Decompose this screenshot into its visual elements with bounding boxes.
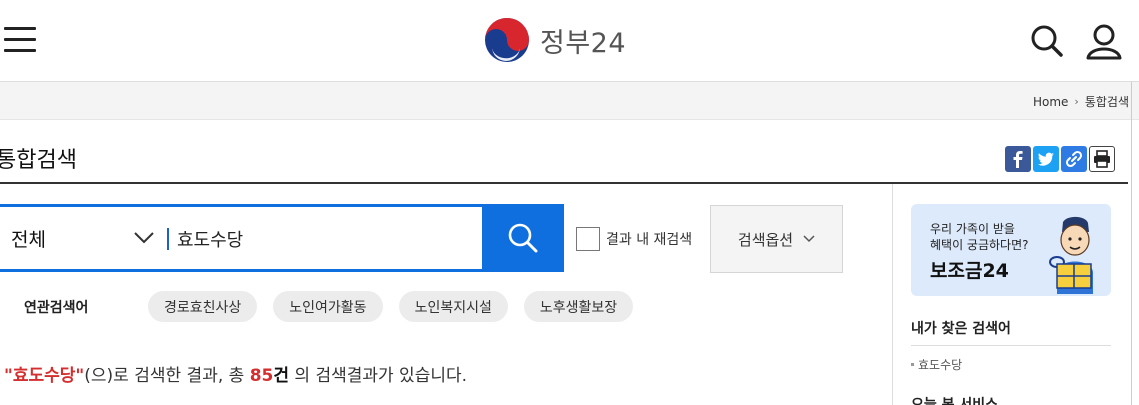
recent-search-label: 효도수당 xyxy=(918,358,963,372)
result-text-before: (으)로 검색한 결과, 총 xyxy=(84,366,250,386)
result-count-unit: 건 xyxy=(273,366,289,386)
banner-line1: 우리 가족이 받을 xyxy=(930,222,1015,236)
breadcrumb-home[interactable]: Home xyxy=(1033,95,1068,109)
input-caret xyxy=(167,228,169,250)
page-title: 통합검색 xyxy=(0,148,77,173)
twitter-icon[interactable] xyxy=(1033,146,1059,172)
banner-title: 보조금24 xyxy=(930,260,1009,282)
result-summary: "효도수당"(으)로 검색한 결과, 총 85건 의 검색결과가 있습니다. xyxy=(4,361,467,386)
recent-services-title: 오늘 본 서비스 xyxy=(911,397,999,405)
banner-line2: 혜택이 궁금하다면? xyxy=(930,238,1029,252)
link-icon[interactable] xyxy=(1061,146,1087,172)
recent-searches-title: 내가 찾은 검색어 xyxy=(911,321,1011,337)
category-select-value: 전체 xyxy=(11,228,46,251)
category-select[interactable]: 전체 xyxy=(5,207,165,269)
breadcrumb-bar: Home › 통합검색 xyxy=(0,82,1139,120)
related-keyword-chip[interactable]: 노인복지시설 xyxy=(398,291,508,322)
re-search-label: 결과 내 재검색 xyxy=(606,232,693,248)
result-count: 85 xyxy=(249,366,274,386)
facebook-icon[interactable] xyxy=(1005,146,1031,172)
share-buttons xyxy=(1005,146,1115,172)
re-search-option[interactable]: 결과 내 재검색 xyxy=(576,227,692,251)
breadcrumb-current[interactable]: 통합검색 xyxy=(1085,93,1129,110)
search-options-button[interactable]: 검색옵션 xyxy=(710,205,843,273)
search-input[interactable] xyxy=(177,219,467,259)
result-keyword: 효도수당 xyxy=(12,366,76,386)
related-keyword-chip[interactable]: 노인여가활동 xyxy=(273,291,383,322)
quote-close: " xyxy=(75,366,85,386)
chevron-down-icon xyxy=(134,232,154,244)
character-illustration-icon xyxy=(1049,216,1093,294)
search-form: 전체 xyxy=(0,204,564,272)
quote-open: " xyxy=(4,366,13,386)
search-icon[interactable] xyxy=(1028,22,1066,60)
search-icon xyxy=(508,223,538,253)
search-options-label: 검색옵션 xyxy=(737,230,794,249)
breadcrumb: Home › 통합검색 xyxy=(1033,93,1129,110)
logo[interactable]: 정부24 xyxy=(484,17,626,63)
title-divider xyxy=(0,182,1128,184)
subsidy24-banner[interactable]: 우리 가족이 받을 혜택이 궁금하다면? 보조금24 xyxy=(911,204,1111,296)
print-icon[interactable] xyxy=(1089,146,1115,172)
related-keywords: 경로효친사상 노인여가활동 노인복지시설 노후생활보장 xyxy=(148,291,634,322)
recent-divider xyxy=(911,345,1111,346)
logo-text: 정부24 xyxy=(540,27,627,59)
related-keyword-chip[interactable]: 노후생활보장 xyxy=(523,291,634,322)
scrollbar-edge xyxy=(1131,82,1132,405)
search-button[interactable] xyxy=(482,204,564,272)
column-divider xyxy=(892,184,893,405)
related-keyword-chip[interactable]: 경로효친사상 xyxy=(148,291,258,322)
chevron-down-icon xyxy=(803,235,815,243)
menu-icon[interactable] xyxy=(4,25,38,55)
result-text-after: 의 검색결과가 있습니다. xyxy=(289,366,468,386)
bullet-icon xyxy=(911,363,914,366)
breadcrumb-separator: › xyxy=(1074,95,1079,108)
related-keywords-label: 연관검색어 xyxy=(24,300,89,316)
site-header: 정부24 xyxy=(0,0,1139,82)
re-search-checkbox[interactable] xyxy=(576,227,600,251)
recent-search-item[interactable]: 효도수당 xyxy=(911,356,962,373)
taegeuk-logo-icon xyxy=(485,18,529,62)
user-icon[interactable] xyxy=(1085,22,1123,60)
